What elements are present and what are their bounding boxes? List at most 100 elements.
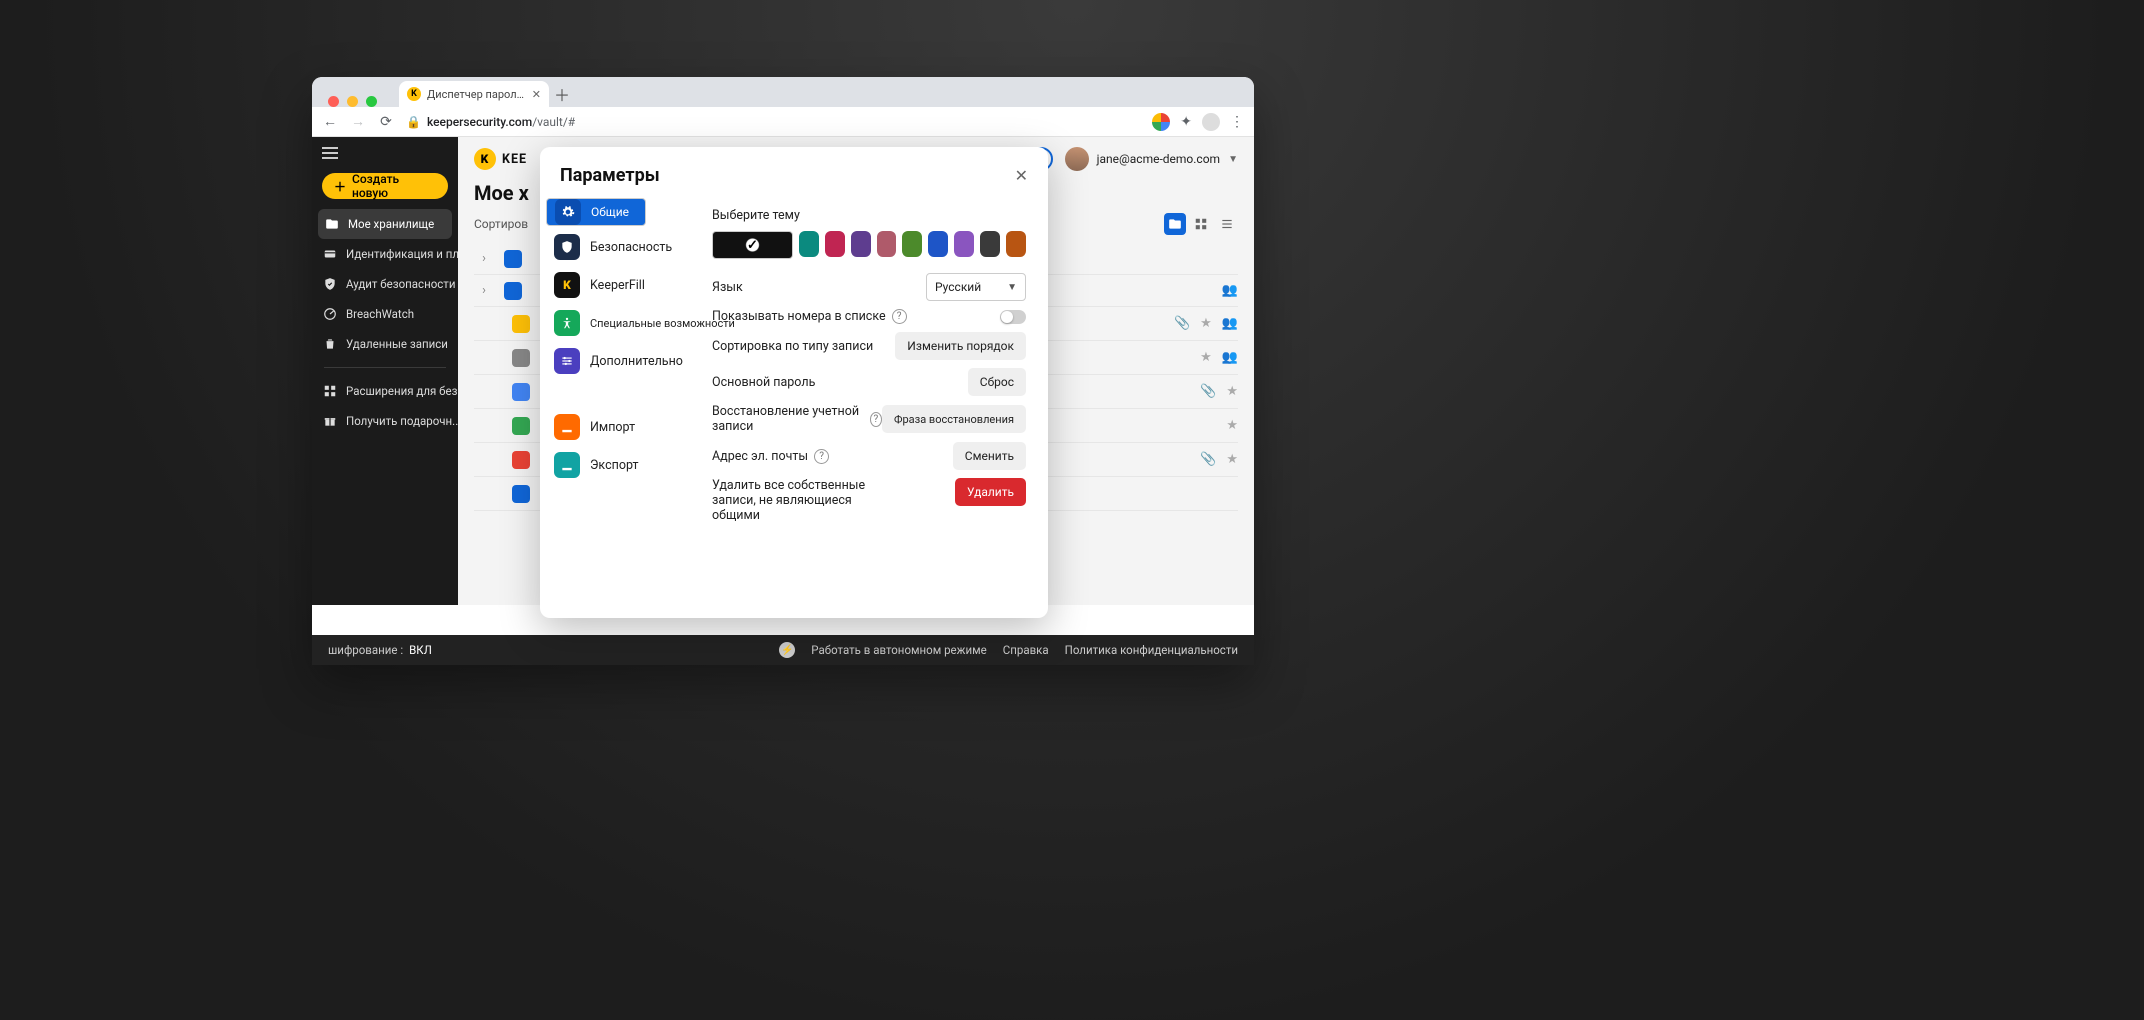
tab-label: Безопасность bbox=[590, 240, 672, 255]
modal-close-icon[interactable]: ✕ bbox=[1015, 166, 1028, 185]
change-order-button[interactable]: Изменить порядок bbox=[895, 332, 1026, 360]
folder-icon bbox=[324, 216, 340, 232]
bolt-icon: ⚡ bbox=[779, 642, 795, 658]
tab-accessibility[interactable]: Специальные возможности bbox=[546, 306, 698, 340]
record-icon bbox=[512, 485, 530, 503]
chevron-down-icon: ▼ bbox=[1228, 154, 1238, 165]
theme-swatch[interactable] bbox=[980, 231, 1000, 257]
sidebar-item-vault[interactable]: Мое хранилище bbox=[318, 209, 452, 239]
nav-reload-icon[interactable]: ⟳ bbox=[378, 114, 394, 130]
chevron-right-icon: › bbox=[474, 283, 494, 298]
tab-security[interactable]: Безопасность bbox=[546, 230, 698, 264]
theme-swatch[interactable] bbox=[928, 231, 948, 257]
language-label: Язык bbox=[712, 280, 743, 295]
star-icon: ★ bbox=[1226, 418, 1238, 433]
gift-icon bbox=[322, 413, 338, 429]
record-icon bbox=[512, 417, 530, 435]
maximize-window-dot[interactable] bbox=[366, 96, 377, 107]
theme-swatch[interactable] bbox=[877, 231, 897, 257]
offline-link[interactable]: Работать в автономном режиме bbox=[811, 643, 986, 657]
window-controls bbox=[320, 86, 385, 107]
change-email-button[interactable]: Сменить bbox=[953, 442, 1026, 470]
radar-icon bbox=[322, 306, 338, 322]
theme-swatch[interactable] bbox=[799, 231, 819, 257]
share-icon: 👥 bbox=[1222, 350, 1238, 365]
reset-button[interactable]: Сброс bbox=[968, 368, 1026, 396]
extensions-icon[interactable]: ✦ bbox=[1180, 114, 1192, 130]
lock-icon: 🔒 bbox=[406, 115, 421, 129]
grid-icon bbox=[322, 383, 338, 399]
extension-icon[interactable] bbox=[1152, 113, 1170, 131]
star-icon: ★ bbox=[1226, 384, 1238, 399]
sidebar-item-label: Удаленные записи bbox=[346, 337, 448, 351]
recovery-phrase-button[interactable]: Фраза восстановления bbox=[882, 405, 1026, 433]
record-icon bbox=[512, 451, 530, 469]
help-link[interactable]: Справка bbox=[1003, 643, 1049, 657]
nav-back-icon[interactable]: ← bbox=[322, 113, 338, 130]
sidebar-item-gift[interactable]: Получить подарочн... bbox=[312, 406, 458, 436]
import-icon bbox=[554, 414, 580, 440]
view-grid-button[interactable] bbox=[1190, 213, 1212, 235]
theme-swatch[interactable] bbox=[954, 231, 974, 257]
language-select[interactable]: Русский ▼ bbox=[926, 273, 1026, 301]
minimize-window-dot[interactable] bbox=[347, 96, 358, 107]
url-text: keepersecurity.com/vault/# bbox=[427, 115, 575, 129]
sidebar-item-label: Мое хранилище bbox=[348, 217, 434, 231]
master-password-label: Основной пароль bbox=[712, 375, 815, 390]
tab-general[interactable]: Общие bbox=[546, 198, 646, 226]
nav-forward-icon[interactable]: → bbox=[350, 113, 366, 130]
modal-title: Параметры bbox=[560, 165, 660, 186]
help-icon[interactable]: ? bbox=[870, 412, 882, 427]
sidebar-item-audit[interactable]: Аудит безопасности bbox=[312, 269, 458, 299]
user-menu[interactable]: jane@acme-demo.com ▼ bbox=[1065, 147, 1238, 171]
tab-import[interactable]: Импорт bbox=[546, 410, 698, 444]
theme-swatch[interactable] bbox=[712, 231, 793, 259]
sidebar-item-identity[interactable]: Идентификация и пл... bbox=[312, 239, 458, 269]
tab-label: KeeperFill bbox=[590, 278, 645, 293]
modal-content: Выберите тему Язык Русский ▼ Показывать … bbox=[704, 192, 1048, 618]
hamburger-icon[interactable] bbox=[322, 147, 338, 159]
sidebar-item-deleted[interactable]: Удаленные записи bbox=[312, 329, 458, 359]
view-list-button[interactable] bbox=[1216, 213, 1238, 235]
help-icon[interactable]: ? bbox=[892, 309, 907, 324]
language-value: Русский bbox=[935, 280, 981, 294]
keeper-icon: K bbox=[554, 272, 580, 298]
address-field[interactable]: 🔒 keepersecurity.com/vault/# bbox=[406, 115, 575, 129]
create-new-button[interactable]: ＋ Создать новую bbox=[322, 173, 448, 199]
view-switcher bbox=[1164, 213, 1238, 235]
theme-swatch[interactable] bbox=[902, 231, 922, 257]
tab-label: Дополнительно bbox=[590, 354, 683, 369]
privacy-link[interactable]: Политика конфиденциальности bbox=[1065, 643, 1238, 657]
logo-text: KEE bbox=[502, 152, 527, 167]
theme-swatches bbox=[712, 231, 1026, 259]
star-icon: ★ bbox=[1200, 350, 1212, 365]
close-window-dot[interactable] bbox=[328, 96, 339, 107]
profile-icon[interactable] bbox=[1202, 113, 1220, 131]
sidebar-item-extensions[interactable]: Расширения для без... bbox=[312, 376, 458, 406]
show-numbers-toggle[interactable] bbox=[1000, 310, 1026, 324]
app-footer: шифрование : ВКЛ ⚡ Работать в автономном… bbox=[312, 635, 1254, 665]
accessibility-icon bbox=[554, 310, 580, 336]
sidebar-item-breachwatch[interactable]: BreachWatch bbox=[312, 299, 458, 329]
tab-label: Экспорт bbox=[590, 458, 639, 473]
tab-advanced[interactable]: Дополнительно bbox=[546, 344, 698, 378]
sidebar-divider bbox=[324, 367, 446, 368]
tab-export[interactable]: Экспорт bbox=[546, 448, 698, 482]
tab-keeperfill[interactable]: K KeeperFill bbox=[546, 268, 698, 302]
view-folder-button[interactable] bbox=[1164, 213, 1186, 235]
attachment-icon: 📎 bbox=[1200, 384, 1216, 399]
theme-swatch[interactable] bbox=[1006, 231, 1026, 257]
theme-swatch[interactable] bbox=[825, 231, 845, 257]
browser-menu-icon[interactable]: ⋮ bbox=[1230, 114, 1244, 130]
delete-button[interactable]: Удалить bbox=[955, 478, 1026, 506]
record-icon bbox=[512, 383, 530, 401]
new-tab-button[interactable]: ＋ bbox=[549, 81, 575, 107]
theme-swatch[interactable] bbox=[851, 231, 871, 257]
trash-icon bbox=[322, 336, 338, 352]
settings-modal: Параметры ✕ Общие Безопасность K KeeperF… bbox=[540, 147, 1048, 618]
tab-close-icon[interactable]: ✕ bbox=[532, 88, 541, 101]
browser-tab[interactable]: K Диспетчер паролей и циф ✕ bbox=[399, 81, 549, 107]
help-icon[interactable]: ? bbox=[814, 449, 829, 464]
share-icon: 👥 bbox=[1222, 283, 1238, 298]
encryption-label: шифрование : bbox=[328, 643, 403, 657]
